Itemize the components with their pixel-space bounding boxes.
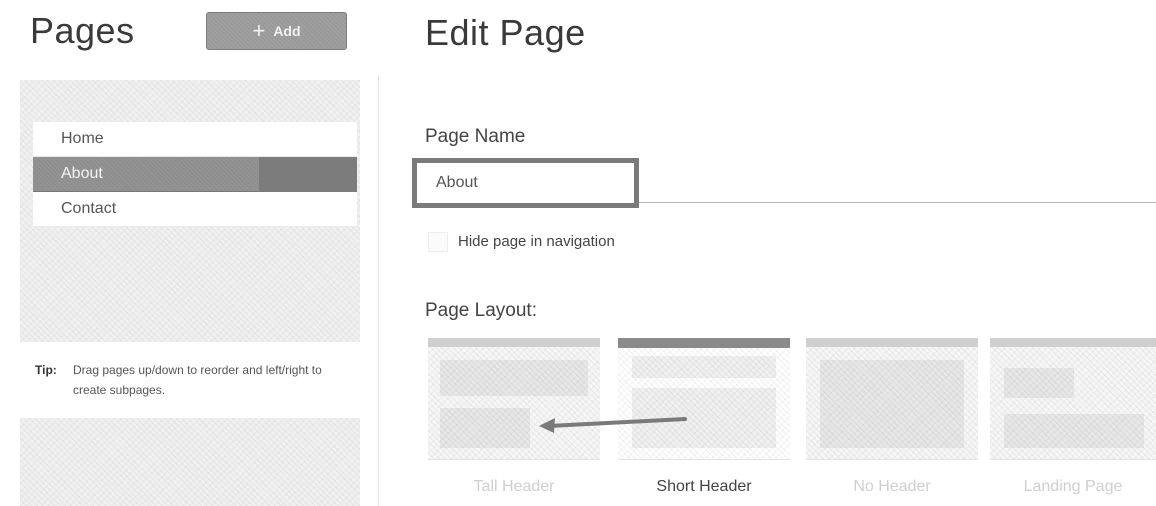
edit-page-title: Edit Page (425, 12, 586, 53)
panel-divider (378, 76, 379, 506)
layout-thumbnail (428, 338, 600, 460)
page-name-input[interactable] (412, 158, 639, 208)
plus-icon: + (252, 18, 266, 43)
layout-option-landing-page[interactable]: Landing Page (990, 338, 1156, 496)
layout-caption: No Header (853, 478, 931, 495)
layout-thumbnail (806, 338, 978, 460)
layout-block (440, 408, 530, 448)
page-item-home[interactable]: Home (33, 122, 357, 157)
layout-header-bar (990, 338, 1156, 347)
layout-block (632, 356, 776, 378)
sidebar-bottom-area (20, 418, 360, 506)
layout-header-bar (618, 338, 790, 348)
hide-in-nav-label[interactable]: Hide page in navigation (458, 233, 615, 250)
page-name-label: Page Name (425, 126, 526, 147)
layout-thumbnail (618, 338, 790, 460)
layout-thumbnail (990, 338, 1156, 460)
arrow-left-icon (539, 417, 687, 433)
add-page-button[interactable]: + Add (206, 12, 347, 50)
layout-block (440, 360, 588, 396)
layout-block (1004, 368, 1074, 398)
layout-header-bar (806, 338, 978, 347)
page-list: Home About Contact (33, 122, 357, 227)
layout-header-bar (428, 338, 600, 347)
layout-caption: Short Header (656, 478, 752, 495)
tip-text: Drag pages up/down to reorder and left/r… (73, 363, 322, 397)
page-item-label: Contact (61, 200, 117, 217)
layout-caption: Landing Page (1023, 478, 1123, 495)
page-item-about[interactable]: About (33, 156, 357, 192)
layout-block (820, 360, 964, 448)
page-item-label: Home (61, 130, 104, 147)
pages-title: Pages (30, 10, 135, 51)
page-item-contact[interactable]: Contact (33, 192, 357, 227)
hide-in-nav-checkbox[interactable] (428, 232, 448, 252)
page-item-label: About (61, 165, 103, 182)
reorder-tip: Tip: Drag pages up/down to reorder and l… (35, 360, 335, 400)
layout-caption: Tall Header (473, 478, 555, 495)
layout-option-no-header[interactable]: No Header (806, 338, 978, 496)
tip-label: Tip: (35, 363, 57, 377)
page-name-field (412, 158, 1156, 208)
add-button-label: Add (273, 23, 301, 39)
page-layout-label: Page Layout: (425, 300, 537, 321)
layout-block (1004, 414, 1144, 448)
